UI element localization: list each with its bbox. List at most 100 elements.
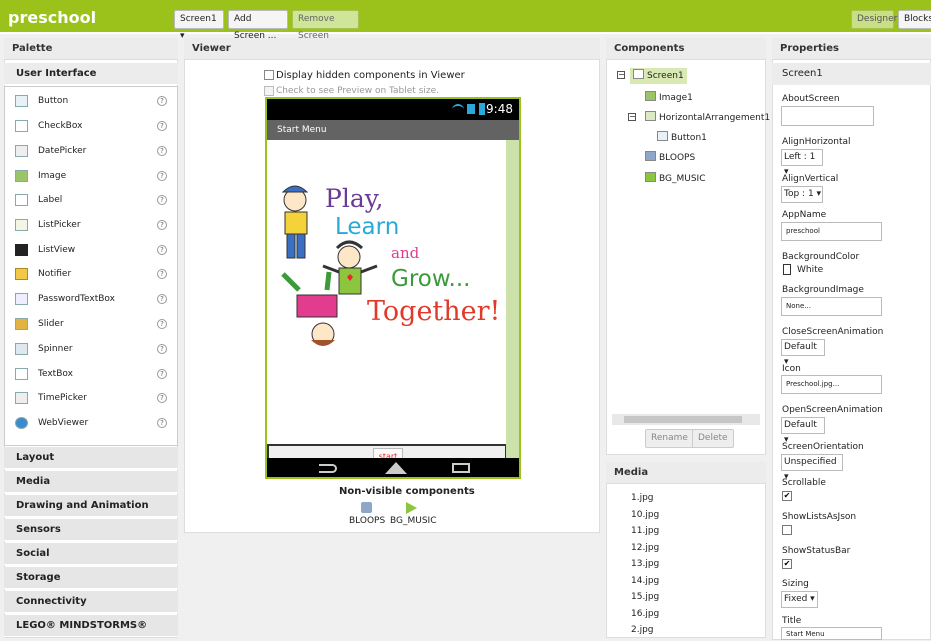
palette-category-connectivity[interactable]: Connectivity [4, 591, 178, 613]
scrollbar-thumb[interactable] [624, 416, 742, 423]
listpicker-icon [15, 219, 28, 231]
palette-item-webviewer[interactable]: WebViewer ? [15, 414, 167, 432]
media-file[interactable]: 16.jpg [631, 609, 659, 619]
prop-showstatusbar-checkbox[interactable]: ✔ [782, 559, 792, 569]
palette-item-datepicker[interactable]: DatePicker ? [15, 142, 167, 160]
prop-aboutscreen-input[interactable] [781, 106, 874, 126]
nonvisible-bg-music[interactable]: BG_MUSIC [390, 516, 437, 526]
palette-category-media[interactable]: Media [4, 471, 178, 493]
palette-item-image[interactable]: Image ? [15, 167, 167, 185]
prop-closescreenanimation-select[interactable]: Default ▾ [781, 339, 825, 367]
prop-scrollable-checkbox[interactable]: ✔ [782, 491, 792, 501]
tree-item-image1[interactable]: Image1 [645, 90, 693, 106]
prop-appname-input[interactable]: preschool [781, 222, 882, 241]
palette-category-storage[interactable]: Storage [4, 567, 178, 589]
prop-sizing-select[interactable]: Fixed ▾ [781, 591, 818, 608]
palette-item-passwordtextbox[interactable]: PasswordTextBox ? [15, 290, 167, 308]
designer-button[interactable]: Designer [851, 10, 897, 29]
palette-category-drawing[interactable]: Drawing and Animation [4, 495, 178, 517]
palette-item-label: PasswordTextBox [38, 294, 115, 304]
help-icon[interactable]: ? [157, 418, 167, 428]
help-icon[interactable]: ? [157, 220, 167, 230]
help-icon[interactable]: ? [157, 269, 167, 279]
checkbox-icon [15, 120, 28, 132]
prop-backgroundcolor-label: BackgroundColor [782, 252, 860, 262]
recents-icon[interactable] [452, 463, 470, 473]
palette-item-checkbox[interactable]: CheckBox ? [15, 117, 167, 135]
palette-item-textbox[interactable]: TextBox ? [15, 365, 167, 383]
components-scrollbar[interactable] [612, 414, 760, 425]
prop-backgroundcolor-value[interactable]: White [797, 265, 823, 275]
image-icon [15, 170, 28, 182]
media-file[interactable]: 12.jpg [631, 543, 659, 553]
password-icon [15, 293, 28, 305]
color-swatch[interactable] [783, 264, 791, 275]
help-icon[interactable]: ? [157, 344, 167, 354]
blocks-button[interactable]: Blocks [898, 10, 931, 29]
help-icon[interactable]: ? [157, 393, 167, 403]
tree-item-horizontalarrangement1[interactable]: HorizontalArrangement1 [645, 110, 770, 126]
tree-item-bloops[interactable]: BLOOPS [645, 150, 695, 166]
palette-category-user-interface[interactable]: User Interface [4, 63, 178, 85]
media-file[interactable]: 15.jpg [631, 592, 659, 602]
home-icon[interactable] [385, 462, 407, 474]
screen-selector[interactable]: Screen1 ▾ [174, 10, 224, 41]
rename-button[interactable]: Rename [645, 429, 694, 448]
delete-button[interactable]: Delete [692, 429, 734, 448]
remove-screen-button[interactable]: Remove Screen [292, 10, 359, 41]
prop-screenorientation-select[interactable]: Unspecified ▾ [781, 454, 843, 482]
prop-icon-input[interactable]: Preschool.jpg... [781, 375, 882, 394]
nonvisible-bloops[interactable]: BLOOPS [349, 516, 385, 526]
palette-item-timepicker[interactable]: TimePicker ? [15, 389, 167, 407]
palette-item-listpicker[interactable]: ListPicker ? [15, 216, 167, 234]
prop-showlistsasjson-checkbox[interactable] [782, 525, 792, 535]
tablet-preview-checkbox[interactable] [264, 86, 274, 96]
display-hidden-checkbox[interactable] [264, 70, 274, 80]
collapse-screen1-icon[interactable]: − [617, 71, 625, 79]
tree-item-bg-music[interactable]: BG_MUSIC [645, 171, 706, 187]
palette-item-spinner[interactable]: Spinner ? [15, 340, 167, 358]
prop-title-input[interactable]: Start Menu [781, 627, 882, 640]
prop-alignvertical-select[interactable]: Top : 1 ▾ [781, 186, 823, 203]
help-icon[interactable]: ? [157, 369, 167, 379]
prop-backgroundimage-input[interactable]: None... [781, 297, 882, 316]
prop-openscreenanimation-select[interactable]: Default ▾ [781, 417, 825, 445]
help-icon[interactable]: ? [157, 294, 167, 304]
palette-category-sensors[interactable]: Sensors [4, 519, 178, 541]
palette-item-notifier[interactable]: Notifier ? [15, 265, 167, 283]
prop-title-label: Title [782, 616, 802, 626]
palette-item-listview[interactable]: ListView ? [15, 241, 167, 259]
help-icon[interactable]: ? [157, 146, 167, 156]
palette-category-social[interactable]: Social [4, 543, 178, 565]
palette-item-label: TimePicker [38, 393, 87, 403]
help-icon[interactable]: ? [157, 195, 167, 205]
media-file[interactable]: 13.jpg [631, 559, 659, 569]
help-icon[interactable]: ? [157, 319, 167, 329]
viewer-header: Viewer [184, 38, 600, 60]
media-file[interactable]: 14.jpg [631, 576, 659, 586]
help-icon[interactable]: ? [157, 121, 167, 131]
prop-alignhorizontal-label: AlignHorizontal [782, 137, 851, 147]
image-icon [645, 91, 656, 101]
media-file[interactable]: 2.jpg [631, 625, 654, 635]
palette-item-button[interactable]: Button ? [15, 92, 167, 110]
back-icon[interactable] [319, 464, 337, 473]
phone-scrollbar[interactable] [506, 140, 519, 458]
palette-item-label[interactable]: Label ? [15, 191, 167, 209]
tree-item-screen1[interactable]: Screen1 [630, 68, 687, 84]
media-file[interactable]: 1.jpg [631, 493, 654, 503]
palette-category-layout[interactable]: Layout [4, 447, 178, 469]
prop-aboutscreen-label: AboutScreen [782, 94, 840, 104]
media-file[interactable]: 10.jpg [631, 510, 659, 520]
prop-alignhorizontal-select[interactable]: Left : 1 ▾ [781, 149, 823, 177]
help-icon[interactable]: ? [157, 245, 167, 255]
help-icon[interactable]: ? [157, 96, 167, 106]
tree-item-button1[interactable]: Button1 [657, 130, 707, 146]
palette-category-lego[interactable]: LEGO® MINDSTORMS® [4, 615, 178, 637]
palette-item-slider[interactable]: Slider ? [15, 315, 167, 333]
image1-preview[interactable]: Play, Learn and Grow... Together! [267, 140, 507, 355]
help-icon[interactable]: ? [157, 171, 167, 181]
collapse-arrangement-icon[interactable]: − [628, 113, 636, 121]
add-screen-button[interactable]: Add Screen ... [228, 10, 288, 41]
media-file[interactable]: 11.jpg [631, 526, 659, 536]
